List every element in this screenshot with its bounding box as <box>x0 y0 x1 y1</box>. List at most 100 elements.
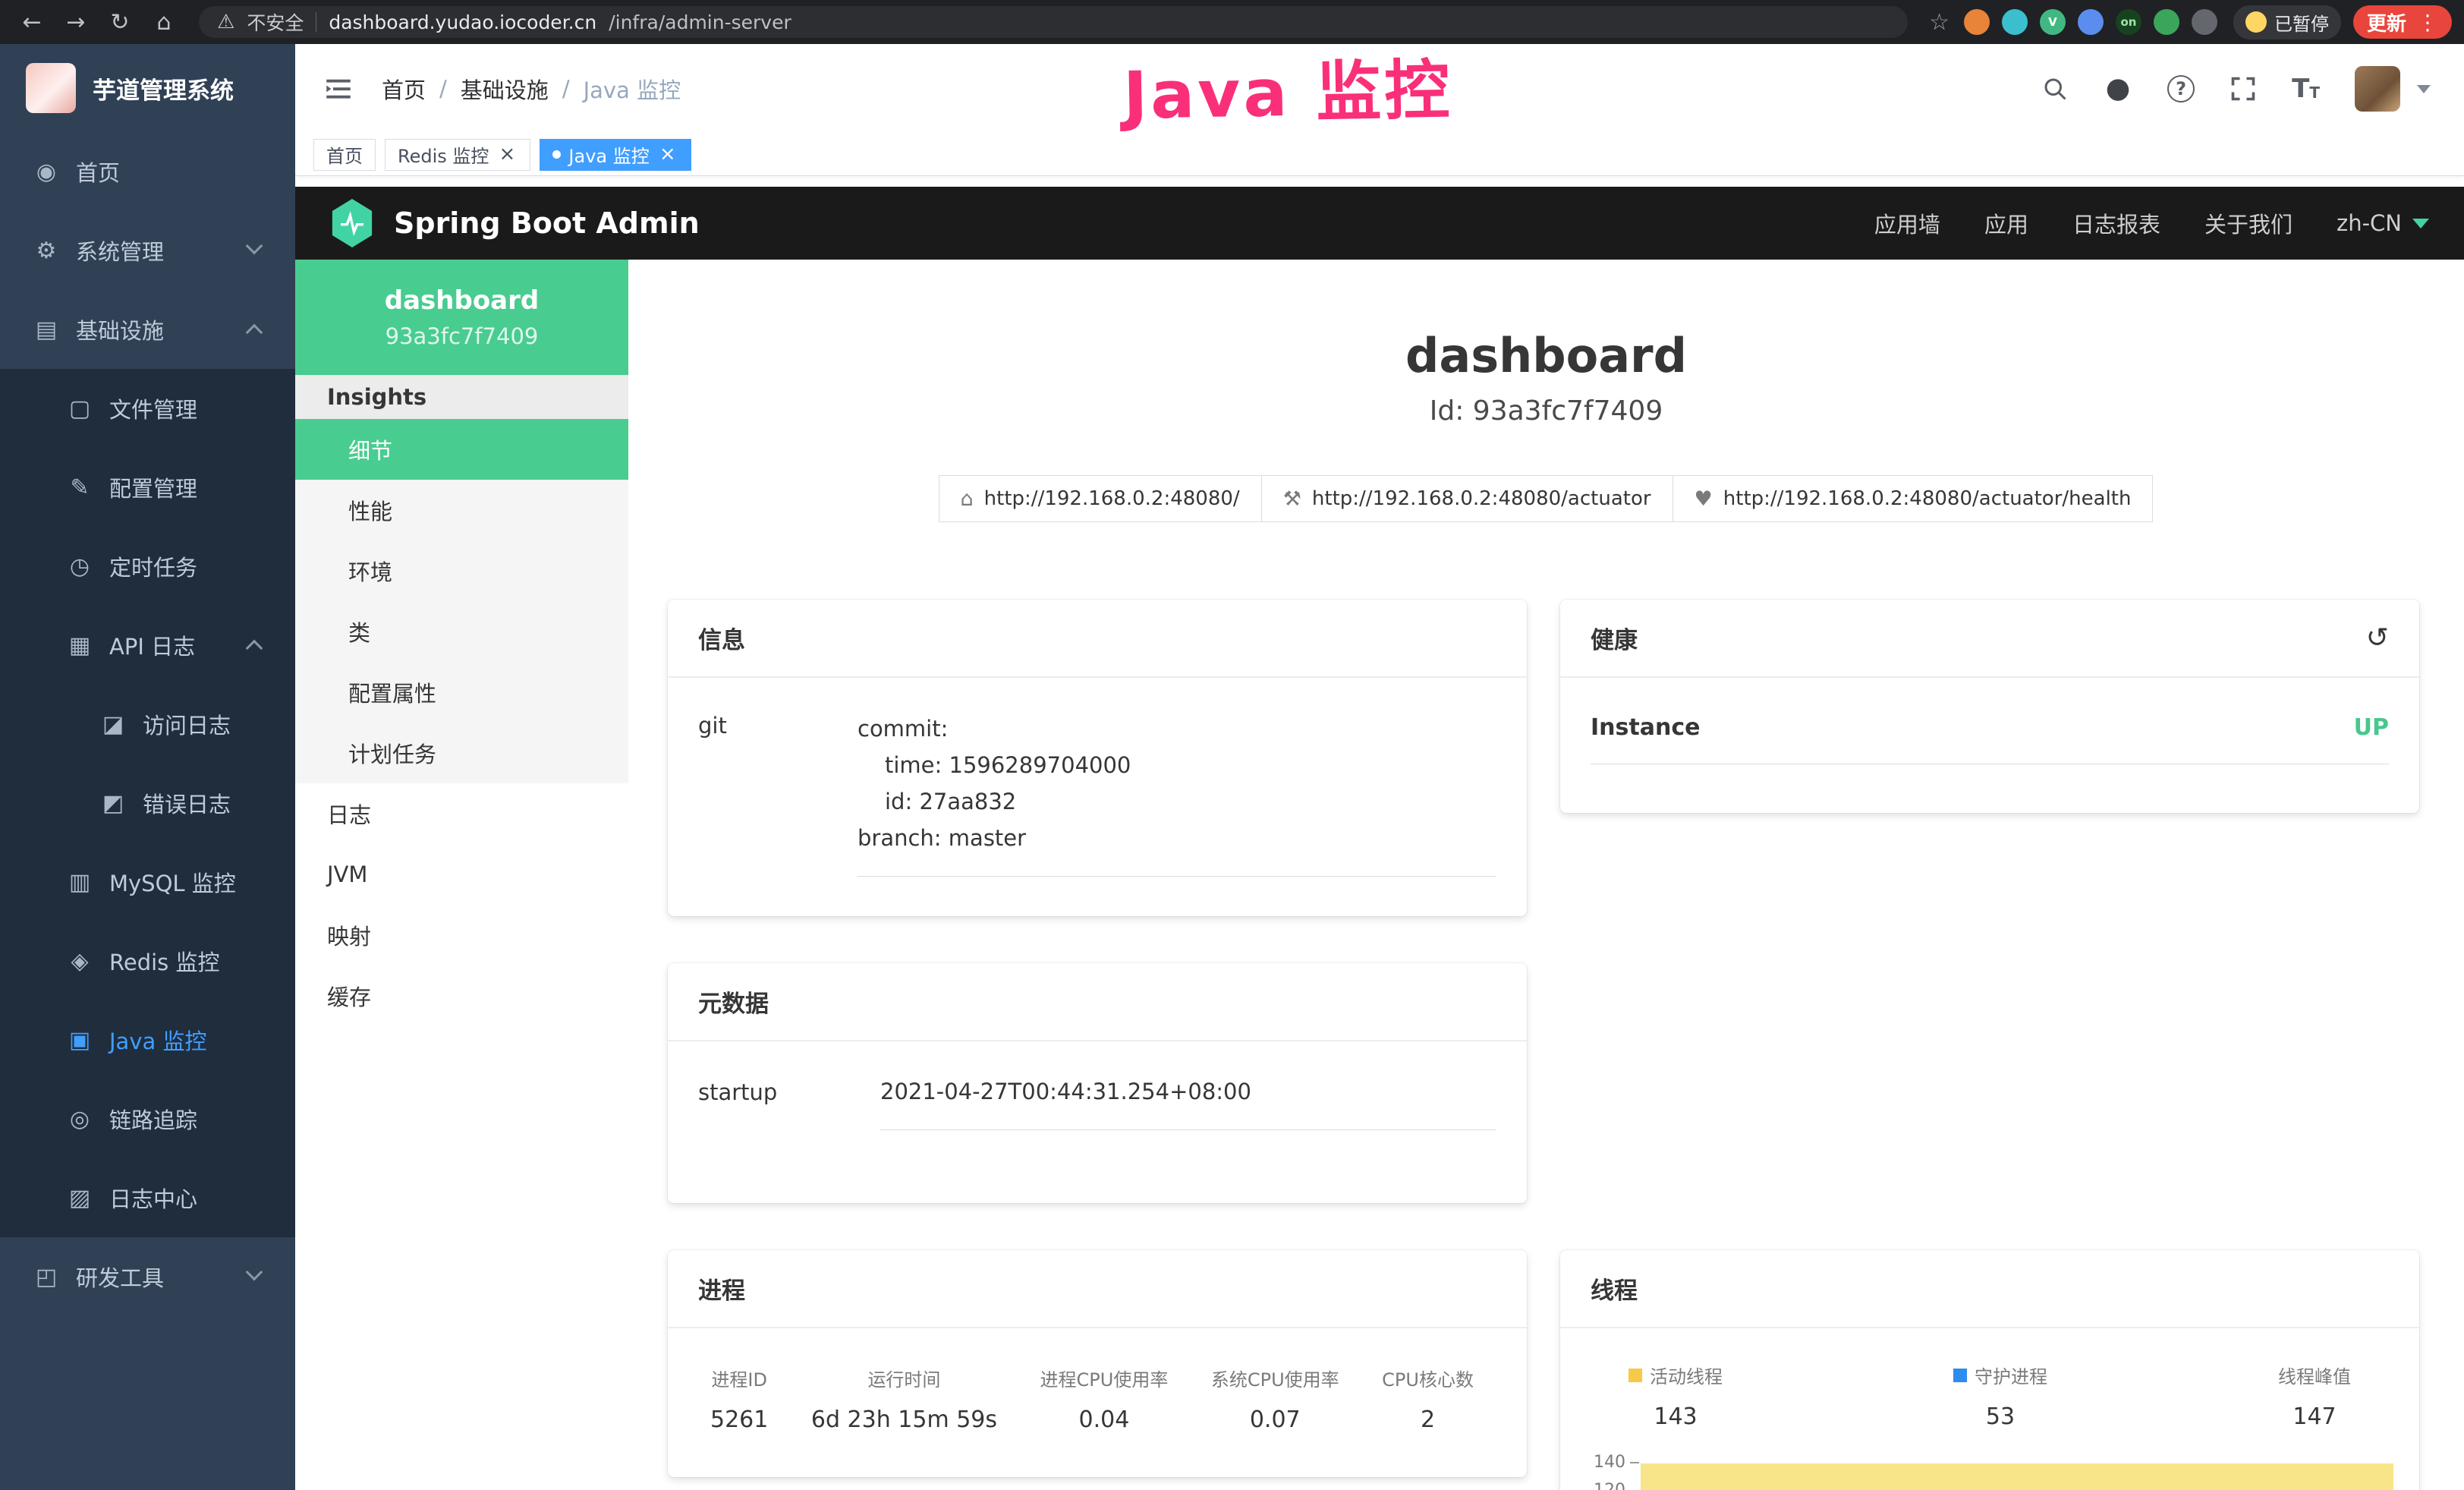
history-icon[interactable]: ↺ <box>2366 625 2389 652</box>
page-title: dashboard <box>628 328 2464 383</box>
extension-icon[interactable] <box>2192 9 2217 35</box>
sidebar-item-file-management[interactable]: ▢ 文件管理 <box>0 369 295 448</box>
update-button[interactable]: 更新 ⋮ <box>2353 5 2452 39</box>
sidebar-item-error-logs[interactable]: ◩ 错误日志 <box>0 764 295 843</box>
sidebar-item-tracing[interactable]: ◎ 链路追踪 <box>0 1079 295 1158</box>
locale-label: zh-CN <box>2337 210 2402 236</box>
metadata-key: startup <box>698 1078 880 1130</box>
close-icon[interactable]: × <box>657 144 678 165</box>
user-avatar[interactable] <box>2355 66 2400 112</box>
link-label: http://192.168.0.2:48080/actuator <box>1312 487 1651 510</box>
security-label[interactable]: 不安全 <box>247 8 304 36</box>
link-health-url[interactable]: ♥ http://192.168.0.2:48080/actuator/heal… <box>1673 475 2154 522</box>
switch-on-extension-icon[interactable]: on <box>2116 9 2141 35</box>
fullscreen-icon[interactable] <box>2230 75 2257 102</box>
close-icon[interactable]: × <box>496 144 518 165</box>
help-icon[interactable]: ? <box>2167 75 2195 102</box>
extension-icon[interactable] <box>2002 9 2028 35</box>
extension-icon[interactable] <box>2078 9 2104 35</box>
sba-item-classes[interactable]: 类 <box>295 601 628 662</box>
sidebar-item-label: MySQL 监控 <box>109 866 236 898</box>
bookmark-star-icon[interactable]: ☆ <box>1929 9 1949 36</box>
sba-item-caches[interactable]: 缓存 <box>295 966 628 1026</box>
chevron-up-icon <box>246 324 263 342</box>
stat-value: 2 <box>1382 1407 1474 1433</box>
sba-item-jvm[interactable]: JVM <box>295 844 628 905</box>
sidebar-item-home[interactable]: ◉ 首页 <box>0 132 295 211</box>
stat-process-cpu: 进程CPU使用率 0.04 <box>1040 1365 1169 1433</box>
admin-sidebar: 芋道管理系统 ◉ 首页 ⚙ 系统管理 ▤ 基础设施 ▢ 文件管理 ✎ <box>0 44 295 1490</box>
breadcrumb-current: Java 监控 <box>584 73 681 105</box>
stat-label-text: 线程峰值 <box>2278 1362 2351 1388</box>
breadcrumb-home[interactable]: 首页 <box>382 73 426 105</box>
sidebar-item-access-logs[interactable]: ◪ 访问日志 <box>0 685 295 764</box>
sidebar-item-java-monitor[interactable]: ▣ Java 监控 <box>0 1000 295 1079</box>
sidebar-item-system[interactable]: ⚙ 系统管理 <box>0 211 295 290</box>
sba-nav-journal[interactable]: 日志报表 <box>2072 207 2160 239</box>
sba-item-details[interactable]: 细节 <box>295 419 628 480</box>
logo-row[interactable]: 芋道管理系统 <box>0 44 295 132</box>
caret-down-icon[interactable] <box>2417 85 2431 93</box>
sba-group-insights[interactable]: Insights <box>295 375 628 419</box>
error-log-icon: ◩ <box>99 790 127 817</box>
sidebar-item-label: 文件管理 <box>109 392 197 424</box>
sba-brand-title[interactable]: Spring Boot Admin <box>394 206 700 240</box>
sba-item-logs[interactable]: 日志 <box>295 783 628 844</box>
instance-header[interactable]: dashboard 93a3fc7f7409 <box>295 260 628 375</box>
card-title: 进程 <box>698 1271 745 1306</box>
sba-nav-applications[interactable]: 应用 <box>1984 207 2028 239</box>
edit-icon: ✎ <box>65 474 94 501</box>
link-actuator-url[interactable]: ⚒ http://192.168.0.2:48080/actuator <box>1261 475 1673 522</box>
extension-letter: V <box>2048 15 2057 29</box>
kebab-menu-icon[interactable]: ⋮ <box>2417 10 2438 35</box>
sba-item-performance[interactable]: 性能 <box>295 480 628 540</box>
tab-java-monitor[interactable]: Java 监控 × <box>540 139 691 171</box>
tab-home[interactable]: 首页 <box>313 139 376 171</box>
extension-icon[interactable] <box>1964 9 1990 35</box>
sidebar-item-dev-tools[interactable]: ◰ 研发工具 <box>0 1237 295 1316</box>
chart-plot-area <box>1639 1453 2393 1490</box>
back-icon[interactable]: ← <box>12 5 52 39</box>
sba-item-mappings[interactable]: 映射 <box>295 905 628 966</box>
font-size-icon[interactable]: TT <box>2292 76 2320 102</box>
link-label: http://192.168.0.2:48080/actuator/health <box>1723 487 2132 510</box>
extension-icon[interactable] <box>2154 9 2179 35</box>
stat-live-threads: 活动线程 143 <box>1629 1362 1723 1430</box>
logo-title: 芋道管理系统 <box>93 71 234 106</box>
sidebar-item-label: 系统管理 <box>76 235 164 266</box>
browser-toolbar: ← → ↻ ⌂ ⚠ 不安全 dashboard.yudao.iocoder.cn… <box>0 0 2464 44</box>
stat-label: 系统CPU使用率 <box>1211 1365 1339 1391</box>
address-bar[interactable]: ⚠ 不安全 dashboard.yudao.iocoder.cn /infra/… <box>199 6 1908 38</box>
sidebar-item-api-logs[interactable]: ▦ API 日志 <box>0 606 295 685</box>
sba-item-scheduled-tasks[interactable]: 计划任务 <box>295 723 628 783</box>
breadcrumb-infrastructure[interactable]: 基础设施 <box>461 73 549 105</box>
sidebar-item-mysql-monitor[interactable]: ▥ MySQL 监控 <box>0 843 295 921</box>
sidebar-item-redis-monitor[interactable]: ◈ Redis 监控 <box>0 921 295 1000</box>
search-icon[interactable] <box>2041 75 2069 102</box>
locale-selector[interactable]: zh-CN <box>2337 210 2429 236</box>
github-icon[interactable] <box>2104 74 2132 103</box>
sidebar-item-infrastructure[interactable]: ▤ 基础设施 <box>0 290 295 369</box>
tab-label: Java 监控 <box>568 141 649 168</box>
header-actions: ? TT <box>2041 66 2431 112</box>
sba-nav-wall[interactable]: 应用墙 <box>1874 207 1940 239</box>
sba-item-config-properties[interactable]: 配置属性 <box>295 662 628 723</box>
threads-chart: 140 120 100 <box>1578 1453 2393 1490</box>
card-title: 元数据 <box>698 984 769 1019</box>
menu-fold-icon[interactable] <box>323 73 354 105</box>
sidebar-item-label: Java 监控 <box>109 1024 206 1056</box>
process-stats: 进程ID 5261 运行时间 6d 23h 15m 59s 进程CPU使用率 <box>668 1328 1527 1477</box>
forward-icon[interactable]: → <box>56 5 96 39</box>
sidebar-item-log-center[interactable]: ▨ 日志中心 <box>0 1158 295 1237</box>
tab-redis-monitor[interactable]: Redis 监控 × <box>385 139 530 171</box>
home-icon[interactable]: ⌂ <box>144 5 184 39</box>
paused-badge[interactable]: 已暂停 <box>2233 5 2341 39</box>
reload-icon[interactable]: ↻ <box>100 5 140 39</box>
sba-nav-about[interactable]: 关于我们 <box>2204 207 2292 239</box>
sba-item-environment[interactable]: 环境 <box>295 540 628 601</box>
link-service-url[interactable]: ⌂ http://192.168.0.2:48080/ <box>939 475 1262 522</box>
sidebar-item-config-management[interactable]: ✎ 配置管理 <box>0 448 295 527</box>
sidebar-item-scheduled-tasks[interactable]: ◷ 定时任务 <box>0 527 295 606</box>
stat-uptime: 运行时间 6d 23h 15m 59s <box>811 1365 997 1433</box>
vue-devtools-icon[interactable]: V <box>2040 9 2066 35</box>
